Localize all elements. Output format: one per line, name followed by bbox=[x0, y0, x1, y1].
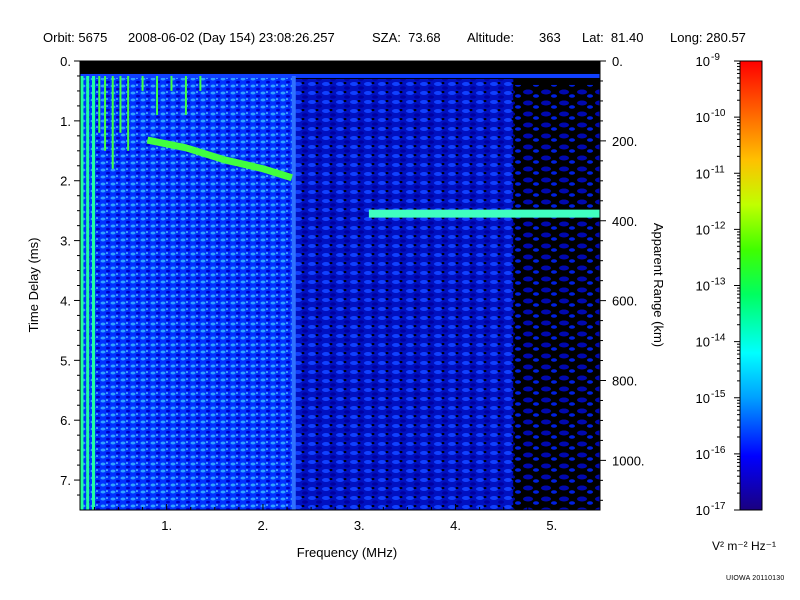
x-tick-label: 4. bbox=[450, 518, 461, 533]
colorbar-tick-exponent: -9 bbox=[711, 52, 720, 63]
y2-tick-label: 600. bbox=[612, 294, 637, 309]
colorbar-tick-label: 10 bbox=[696, 166, 710, 181]
y-tick-label: 6. bbox=[60, 413, 71, 428]
colorbar-tick-label: 10 bbox=[696, 222, 710, 237]
y2-tick-label: 0. bbox=[612, 54, 623, 69]
y-axis-title: Time Delay (ms) bbox=[26, 238, 41, 333]
credit-label: UIOWA 20110130 bbox=[726, 575, 785, 582]
y-tick-label: 3. bbox=[60, 234, 71, 249]
colorbar-ticks: 10 -910 -1010 -1110 -1210 -1310 -1410 -1510 -161… bbox=[696, 52, 740, 518]
colorbar-tick-label: 10 bbox=[696, 335, 710, 350]
colorbar-tick-base: 10 bbox=[696, 279, 710, 294]
colorbar-tick-exponent: -16 bbox=[711, 445, 726, 456]
y2-tick-label: 200. bbox=[612, 134, 637, 149]
colorbar-tick-label: 10 bbox=[696, 54, 710, 69]
heatmap-high-frequency-region bbox=[513, 84, 600, 511]
colorbar-tick-exponent: -13 bbox=[711, 277, 726, 288]
colorbar-tick-exponent: -12 bbox=[711, 220, 726, 231]
colorbar-tick-exponent: -15 bbox=[711, 389, 726, 400]
y2-axis-title: Apparent Range (km) bbox=[651, 223, 666, 347]
colorbar-tick-label: 10 bbox=[696, 447, 710, 462]
colorbar-tick-base: 10 bbox=[696, 447, 710, 462]
colorbar-tick-base: 10 bbox=[696, 110, 710, 125]
y-tick-label: 2. bbox=[60, 174, 71, 189]
colorbar-tick-base: 10 bbox=[696, 391, 710, 406]
colorbar-tick-exponent: -14 bbox=[711, 333, 726, 344]
colorbar-tick-base: 10 bbox=[696, 222, 710, 237]
y-tick-label: 1. bbox=[60, 114, 71, 129]
colorbar-tick-label: 10 bbox=[696, 110, 710, 125]
y-tick-label: 7. bbox=[60, 473, 71, 488]
y2-tick-label: 1000. bbox=[612, 453, 645, 468]
colorbar-tick-label: 10 bbox=[696, 391, 710, 406]
colorbar-unit-label: V² m⁻² Hz⁻¹ bbox=[712, 539, 776, 553]
y-tick-label: 4. bbox=[60, 293, 71, 308]
y-tick-label: 5. bbox=[60, 353, 71, 368]
heatmap-mid-frequency-region bbox=[293, 78, 514, 510]
colorbar-tick-exponent: -11 bbox=[711, 164, 725, 175]
colorbar-tick-base: 10 bbox=[696, 166, 710, 181]
y-tick-label: 0. bbox=[60, 54, 71, 69]
x-axis-title: Frequency (MHz) bbox=[297, 545, 397, 560]
colorbar-tick-label: 10 bbox=[696, 503, 710, 518]
x-tick-label: 2. bbox=[258, 518, 269, 533]
colorbar-tick-base: 10 bbox=[696, 503, 710, 518]
colorbar-tick-label: 10 bbox=[696, 279, 710, 294]
y-axis-right: 0. 200. 400. 600. 800. 1000. bbox=[600, 54, 645, 501]
y2-tick-label: 400. bbox=[612, 214, 637, 229]
colorbar-tick-base: 10 bbox=[696, 54, 710, 69]
colorbar-tick-base: 10 bbox=[696, 335, 710, 350]
colorbar-tick-exponent: -10 bbox=[711, 108, 726, 119]
colorbar bbox=[739, 60, 763, 511]
y2-tick-label: 800. bbox=[612, 374, 637, 389]
x-axis: 1. 2. 3. 4. 5. bbox=[93, 504, 577, 533]
colorbar-tick-exponent: -17 bbox=[711, 501, 726, 512]
x-tick-label: 1. bbox=[161, 518, 172, 533]
x-tick-label: 5. bbox=[546, 518, 557, 533]
ionogram-chart: 1. 2. 3. 4. 5. 0. 1. 2. 3. 4. 5. 6. 7. 0. 200. 400. 60… bbox=[26, 52, 763, 560]
heatmap-plot-area bbox=[80, 61, 600, 511]
x-tick-label: 3. bbox=[354, 518, 365, 533]
y-axis-left: 0. 1. 2. 3. 4. 5. 6. 7. bbox=[60, 54, 80, 496]
